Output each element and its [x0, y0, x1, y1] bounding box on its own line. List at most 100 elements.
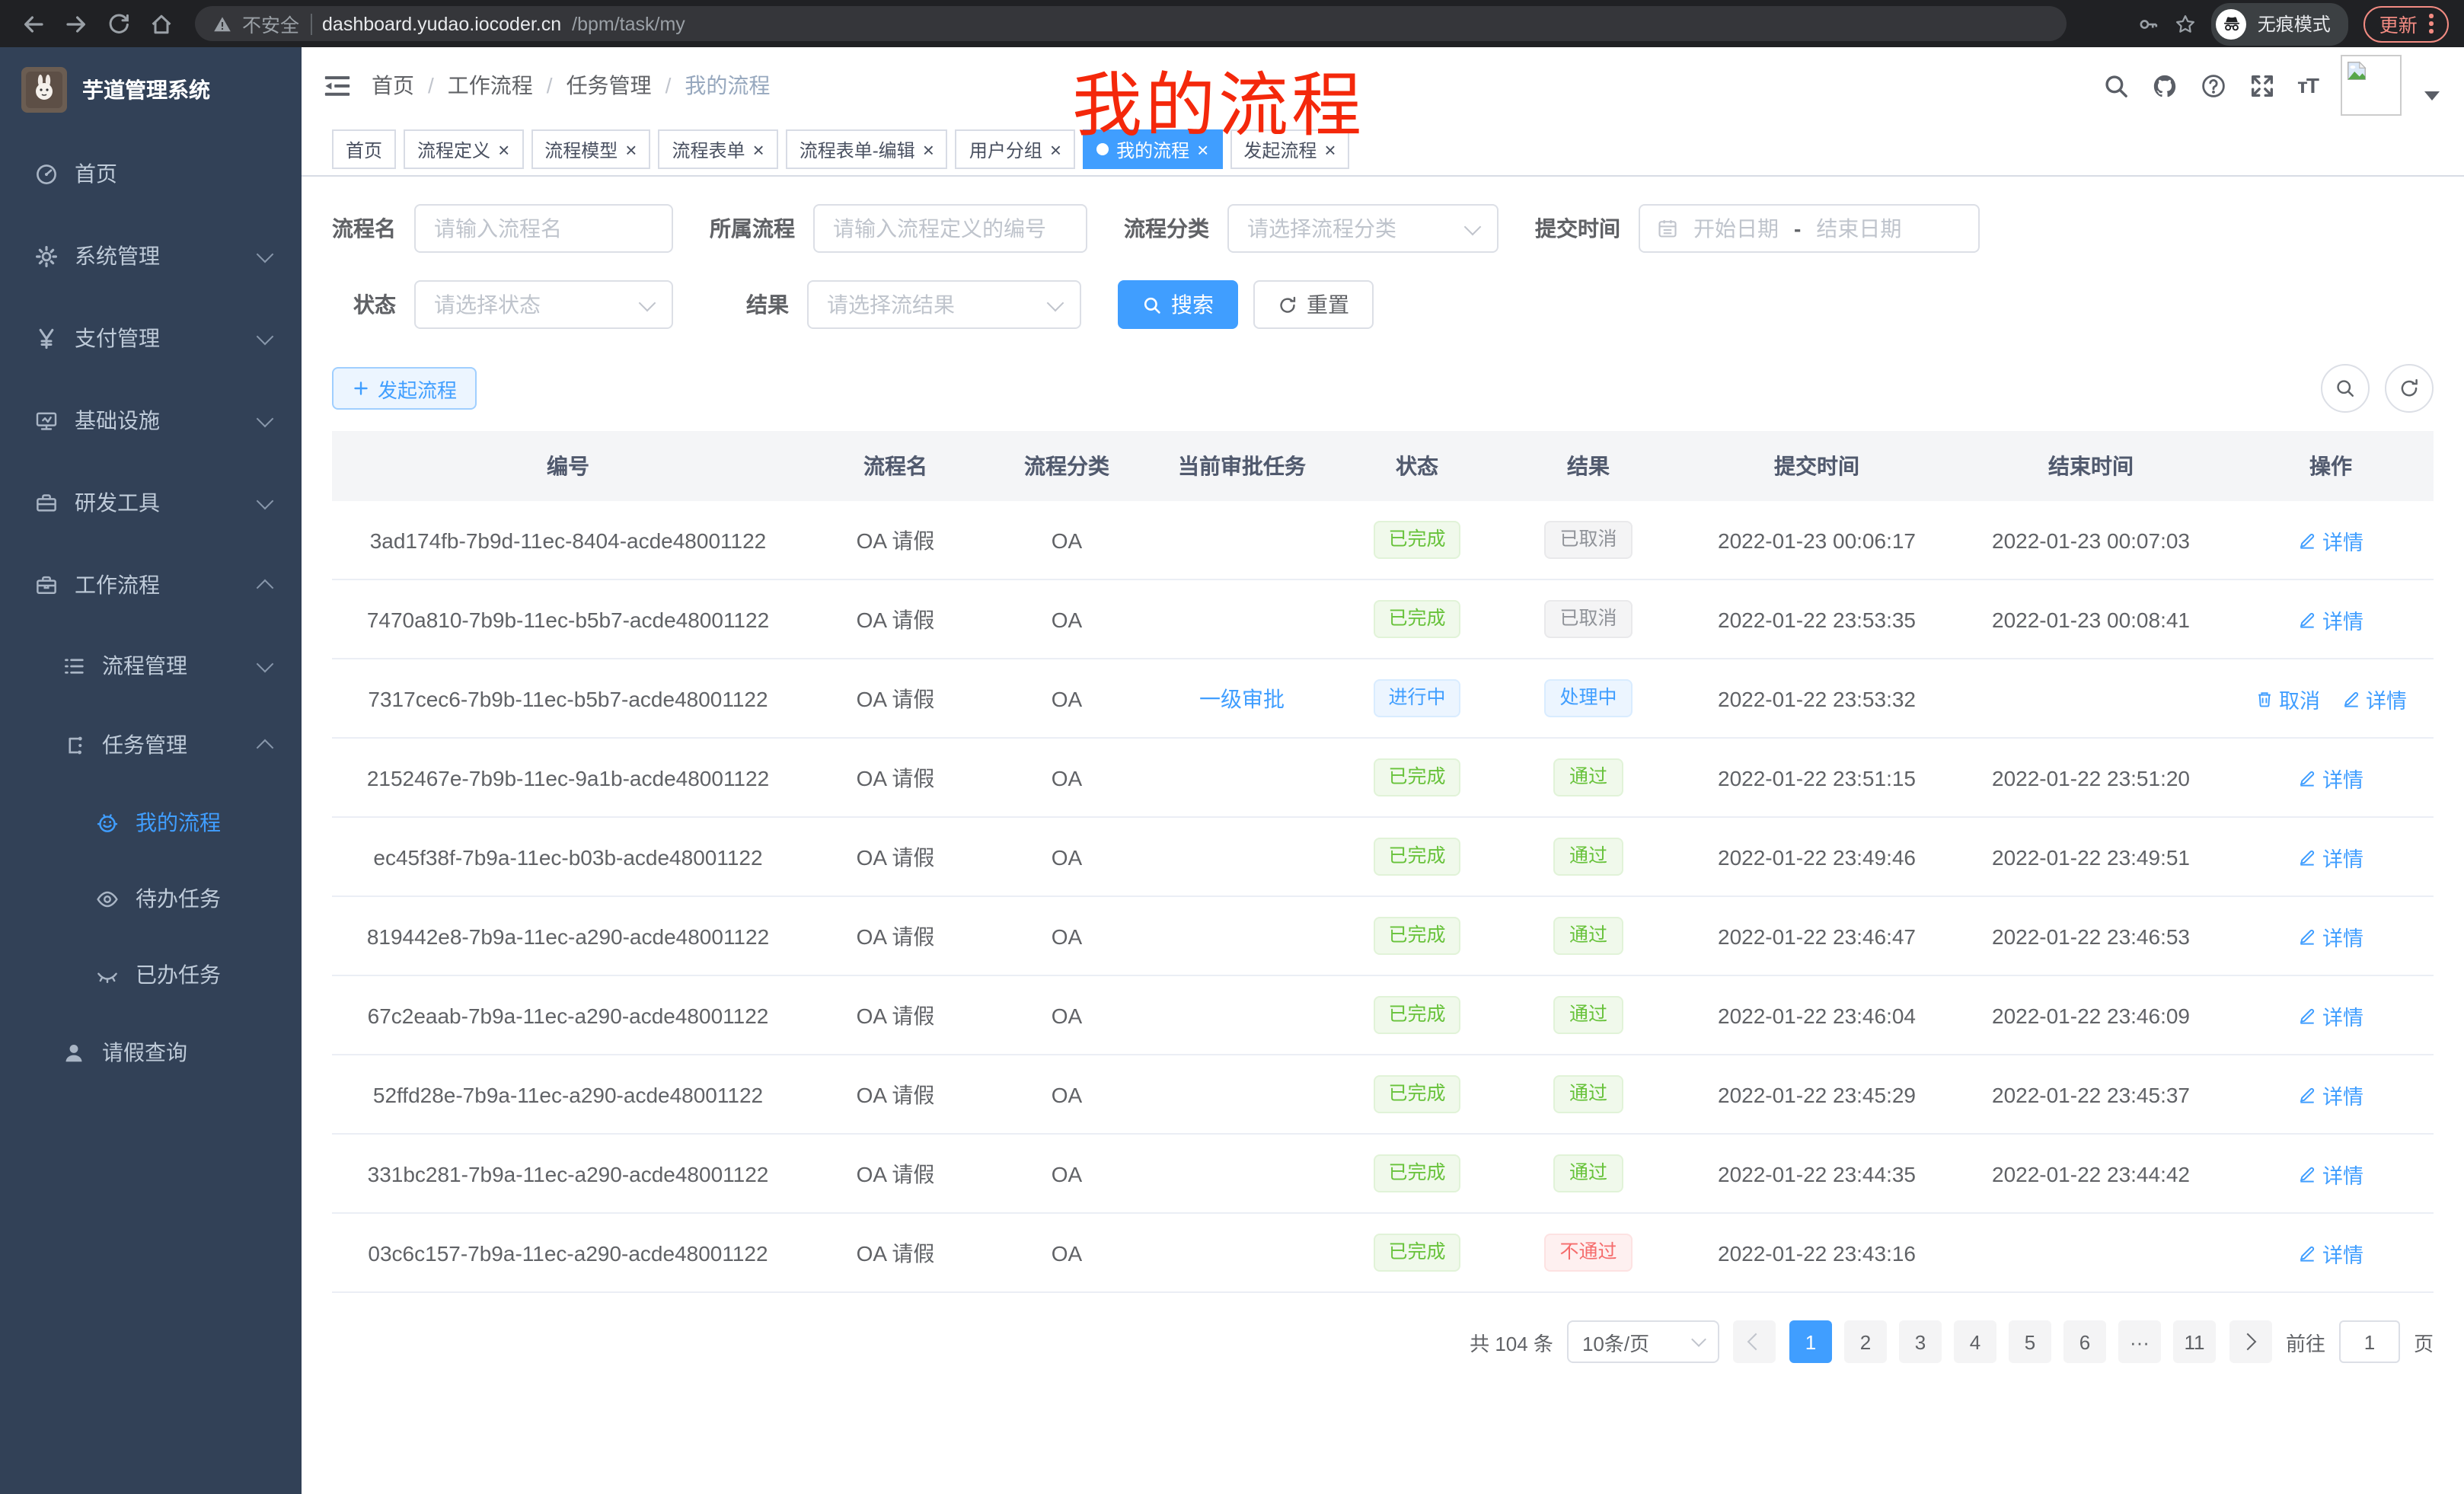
- sidebar-item-研发工具[interactable]: 研发工具: [0, 461, 302, 544]
- fullscreen-icon[interactable]: [2249, 72, 2274, 98]
- close-icon[interactable]: ×: [1050, 139, 1061, 159]
- refresh-table-button[interactable]: [2385, 364, 2434, 413]
- hamburger-icon[interactable]: [320, 69, 353, 102]
- create-process-button[interactable]: 发起流程: [332, 367, 477, 410]
- tab-用户分组[interactable]: 用户分组×: [956, 129, 1075, 169]
- cell-result: 通过: [1497, 817, 1680, 896]
- close-icon[interactable]: ×: [923, 139, 934, 159]
- result-badge: 通过: [1554, 838, 1623, 876]
- page-5[interactable]: 5: [2009, 1320, 2051, 1363]
- tab-流程表单-编辑[interactable]: 流程表单-编辑×: [786, 129, 948, 169]
- category-select[interactable]: 请选择流程分类: [1227, 204, 1499, 253]
- update-button[interactable]: 更新: [2364, 5, 2449, 42]
- tab-流程模型[interactable]: 流程模型×: [531, 129, 650, 169]
- sidebar-item-系统管理[interactable]: 系统管理: [0, 215, 302, 297]
- divider: [310, 13, 311, 34]
- sidebar-item-基础设施[interactable]: 基础设施: [0, 379, 302, 461]
- forward-icon[interactable]: [58, 5, 94, 42]
- action-label: 详情: [2366, 683, 2407, 713]
- cell-end-time: 2022-01-22 23:45:37: [1954, 1055, 2228, 1134]
- date-range-picker[interactable]: 开始日期 - 结束日期: [1639, 204, 1980, 253]
- kebab-menu-icon[interactable]: [2430, 14, 2434, 34]
- tab-首页[interactable]: 首页: [332, 129, 396, 169]
- breadcrumb-item-任务管理[interactable]: 任务管理: [567, 70, 652, 101]
- cell-actions: 详情: [2228, 1213, 2434, 1292]
- key-icon[interactable]: [2139, 13, 2160, 34]
- pagination: 共 104 条 10条/页 123456···11 前往 页: [302, 1293, 2464, 1363]
- sidebar-item-工作流程[interactable]: 工作流程: [0, 544, 302, 626]
- page-4[interactable]: 4: [1954, 1320, 1996, 1363]
- filter-label-submit-time: 提交时间: [1535, 213, 1620, 244]
- caret-down-icon[interactable]: [2424, 91, 2440, 101]
- detail-link[interactable]: 详情: [2298, 1000, 2363, 1030]
- cell-task: [1147, 1055, 1337, 1134]
- pen-icon: [2298, 927, 2316, 945]
- close-icon[interactable]: ×: [753, 139, 764, 159]
- table-row: 819442e8-7b9a-11ec-a290-acde48001122OA 请…: [332, 896, 2434, 975]
- action-label: 详情: [2322, 841, 2363, 872]
- pen-icon: [2298, 768, 2316, 787]
- screen: 不安全 dashboard.yudao.iocoder.cn/bpm/task/…: [0, 0, 2464, 1494]
- search-button[interactable]: 搜索: [1118, 280, 1238, 329]
- pen-icon: [2298, 848, 2316, 866]
- close-icon[interactable]: ×: [498, 139, 509, 159]
- cell-category: OA: [987, 1134, 1147, 1213]
- process-name-input[interactable]: [414, 204, 673, 253]
- reload-icon[interactable]: [101, 5, 137, 42]
- detail-link[interactable]: 详情: [2298, 762, 2363, 793]
- sidebar-item-我的流程[interactable]: 我的流程: [0, 784, 302, 860]
- toolbox-icon: [34, 491, 58, 514]
- goto-page-input[interactable]: [2339, 1320, 2400, 1363]
- cancel-link[interactable]: 取消: [2255, 683, 2320, 713]
- back-icon[interactable]: [15, 5, 52, 42]
- cell-status: 已完成: [1337, 738, 1497, 817]
- cell-task: [1147, 817, 1337, 896]
- page-11[interactable]: 11: [2173, 1320, 2216, 1363]
- sidebar-item-请假查询[interactable]: 请假查询: [0, 1013, 302, 1092]
- prev-page-button[interactable]: [1733, 1320, 1776, 1363]
- breadcrumb-item-工作流程[interactable]: 工作流程: [448, 70, 533, 101]
- address-bar[interactable]: 不安全 dashboard.yudao.iocoder.cn/bpm/task/…: [195, 6, 2067, 41]
- next-page-button[interactable]: [2229, 1320, 2272, 1363]
- github-icon[interactable]: [2151, 72, 2177, 98]
- page-3[interactable]: 3: [1899, 1320, 1942, 1363]
- pager-ellipsis[interactable]: ···: [2118, 1320, 2161, 1363]
- detail-link[interactable]: 详情: [2298, 604, 2363, 634]
- sidebar-item-待办任务[interactable]: 待办任务: [0, 860, 302, 937]
- detail-link[interactable]: 详情: [2298, 921, 2363, 951]
- detail-link[interactable]: 详情: [2298, 525, 2363, 555]
- result-select[interactable]: 请选择流结果: [807, 280, 1081, 329]
- help-icon[interactable]: [2200, 72, 2226, 98]
- detail-link[interactable]: 详情: [2298, 841, 2363, 872]
- detail-link[interactable]: 详情: [2298, 1237, 2363, 1268]
- sidebar-item-流程管理[interactable]: 流程管理: [0, 626, 302, 705]
- page-6[interactable]: 6: [2063, 1320, 2106, 1363]
- url-path: /bpm/task/my: [572, 13, 685, 34]
- home-icon[interactable]: [143, 5, 180, 42]
- breadcrumb-item-首页[interactable]: 首页: [372, 70, 414, 101]
- table-row: 67c2eaab-7b9a-11ec-a290-acde48001122OA 请…: [332, 975, 2434, 1055]
- sidebar-item-已办任务[interactable]: 已办任务: [0, 937, 302, 1013]
- status-select[interactable]: 请选择状态: [414, 280, 673, 329]
- page-size-select[interactable]: 10条/页: [1567, 1320, 1719, 1363]
- reset-button[interactable]: 重置: [1253, 280, 1374, 329]
- search-icon[interactable]: [2102, 72, 2128, 98]
- page-2[interactable]: 2: [1844, 1320, 1887, 1363]
- detail-link[interactable]: 详情: [2298, 1158, 2363, 1189]
- table-body: 3ad174fb-7b9d-11ec-8404-acde48001122OA 请…: [332, 501, 2434, 1292]
- detail-link[interactable]: 详情: [2298, 1079, 2363, 1109]
- tab-流程表单[interactable]: 流程表单×: [658, 129, 777, 169]
- sidebar-item-支付管理[interactable]: 支付管理: [0, 297, 302, 379]
- close-icon[interactable]: ×: [625, 139, 637, 159]
- detail-link[interactable]: 详情: [2341, 683, 2407, 713]
- toggle-search-button[interactable]: [2321, 364, 2370, 413]
- process-definition-input[interactable]: [813, 204, 1087, 253]
- sidebar-item-任务管理[interactable]: 任务管理: [0, 705, 302, 784]
- page-1[interactable]: 1: [1789, 1320, 1832, 1363]
- star-icon[interactable]: [2175, 13, 2197, 34]
- font-size-icon[interactable]: ᴛT: [2297, 73, 2318, 97]
- avatar[interactable]: [2341, 55, 2402, 116]
- tab-流程定义[interactable]: 流程定义×: [404, 129, 523, 169]
- task-link[interactable]: 一级审批: [1199, 686, 1285, 710]
- sidebar-item-首页[interactable]: 首页: [0, 132, 302, 215]
